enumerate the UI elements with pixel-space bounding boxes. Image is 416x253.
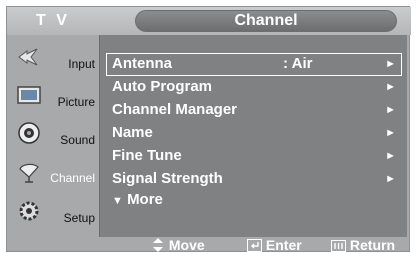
footer-return: Return [331, 237, 395, 253]
menu-item-more[interactable]: ▼ More [106, 189, 402, 212]
tv-osd-menu: T V Channel Input Picture Sound Channel … [6, 6, 411, 253]
footer-move-label: Move [168, 237, 205, 253]
picture-icon [17, 86, 41, 104]
menu-item-signal-strength[interactable]: Signal Strength ► [106, 168, 402, 191]
arrow-right-icon: ► [385, 58, 396, 70]
menu-header: T V Channel [7, 7, 411, 35]
chevron-down-icon: ▼ [112, 195, 123, 207]
sidebar-item-label: Picture [57, 95, 95, 109]
sidebar-item-label: Setup [63, 211, 95, 225]
channel-menu-panel: Antenna : Air ► Auto Program ► Channel M… [99, 35, 407, 237]
footer-move: Move [151, 237, 205, 253]
menu-item-label: Fine Tune [112, 147, 182, 164]
sidebar-item-label: Sound [60, 133, 95, 147]
enter-icon [247, 239, 262, 252]
sidebar-item-channel[interactable]: Channel [11, 153, 97, 191]
footer-return-label: Return [349, 237, 396, 253]
sidebar-item-label: Channel [50, 171, 95, 185]
menu-title: Channel [135, 10, 397, 32]
menu-item-label: Signal Strength [112, 170, 223, 187]
return-icon [331, 240, 346, 252]
input-icon [18, 48, 38, 66]
arrow-right-icon: ► [385, 173, 396, 185]
menu-item-label: Antenna [112, 55, 172, 72]
arrow-right-icon: ► [385, 150, 396, 162]
menu-item-name[interactable]: Name ► [106, 122, 402, 145]
menu-item-label: More [127, 191, 163, 208]
arrow-right-icon: ► [385, 81, 396, 93]
footer-hints: Move Enter Return [99, 237, 411, 253]
menu-item-antenna[interactable]: Antenna : Air ► [106, 53, 402, 76]
menu-item-auto-program[interactable]: Auto Program ► [106, 76, 402, 99]
sound-icon [18, 122, 40, 144]
sidebar-item-sound[interactable]: Sound [11, 115, 97, 153]
arrow-right-icon: ► [385, 127, 396, 139]
menu-item-label: Name [112, 124, 153, 141]
sidebar-item-input[interactable]: Input [11, 39, 97, 77]
sidebar: Input Picture Sound Channel Setup [7, 35, 99, 237]
channel-icon [19, 163, 39, 183]
sidebar-item-picture[interactable]: Picture [11, 77, 97, 115]
menu-item-channel-manager[interactable]: Channel Manager ► [106, 99, 402, 122]
menu-item-label: Auto Program [112, 78, 213, 95]
mode-label: T V [36, 12, 70, 29]
arrow-right-icon: ► [385, 104, 396, 116]
move-arrows-icon [153, 238, 163, 252]
setup-icon [19, 201, 39, 221]
antenna-value: : Air [283, 55, 313, 72]
sidebar-item-label: Input [68, 57, 95, 71]
footer-enter: Enter [247, 237, 302, 253]
menu-item-fine-tune[interactable]: Fine Tune ► [106, 145, 402, 168]
menu-item-label: Channel Manager [112, 101, 238, 118]
sidebar-item-setup[interactable]: Setup [11, 193, 97, 231]
footer-enter-label: Enter [265, 237, 302, 253]
